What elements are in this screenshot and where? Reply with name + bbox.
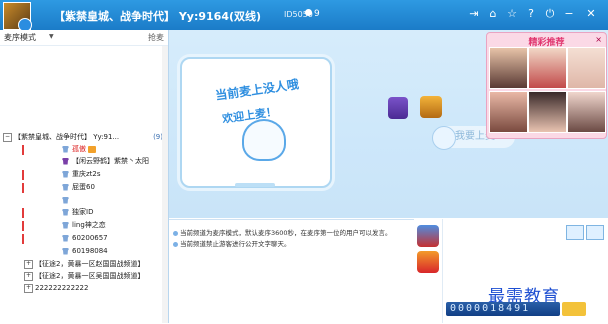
system-message: 当前频道禁止游客进行公开文字聊天。	[173, 238, 291, 248]
layout-icon[interactable]	[566, 225, 584, 240]
collapse-icon[interactable]: −	[3, 132, 12, 142]
channel-panel: 麦序模式 ▼ 抢麦 − 【紫禁皇城、战争时代】 Yy:91... (9) 孤傲 【…	[0, 30, 169, 323]
expand-panel-icon[interactable]	[586, 225, 604, 240]
user-icon	[62, 145, 69, 153]
mic-queue-marker	[22, 221, 24, 231]
counter-digits: 0000018491	[450, 303, 531, 314]
streamer-thumbnail[interactable]	[489, 91, 528, 133]
streamer-thumbnail[interactable]	[528, 91, 567, 133]
expand-icon[interactable]: +	[24, 259, 33, 269]
mic-queue-marker	[22, 145, 24, 155]
user-row[interactable]: 60198084	[62, 246, 108, 257]
user-row[interactable]: 屁蛋60	[62, 182, 95, 193]
game-app-icon[interactable]	[417, 225, 439, 247]
board-line1: 当前麦上没人哦	[214, 77, 300, 103]
close-icon[interactable]: ✕	[584, 6, 598, 22]
counter-logo-icon	[562, 302, 586, 316]
mic-queue-marker	[22, 170, 24, 180]
channel-title: 【紫禁皇城、战争时代】 Yy:9164(双线)	[54, 10, 262, 23]
help-icon[interactable]: ?	[524, 6, 538, 22]
info-icon	[173, 230, 178, 236]
star-icon[interactable]: ☆	[505, 6, 519, 22]
gift-icon[interactable]	[420, 96, 442, 118]
empty-mic-board: 当前麦上没人哦 欢迎上麦！	[180, 57, 332, 188]
streamer-thumbnail[interactable]	[528, 47, 567, 89]
user-icon	[62, 247, 69, 255]
info-icon	[173, 241, 178, 247]
mic-queue-marker	[22, 208, 24, 218]
streamer-thumbnail[interactable]	[489, 47, 528, 89]
user-row[interactable]	[62, 195, 72, 206]
streamer-thumbnail[interactable]	[567, 47, 606, 89]
user-row[interactable]: 独家ID	[62, 207, 93, 218]
user-icon	[62, 196, 69, 204]
hat-icon[interactable]: ⌂	[486, 6, 500, 22]
mic-queue-marker	[22, 183, 24, 193]
expand-icon[interactable]: +	[24, 271, 33, 281]
vip-icon	[88, 145, 96, 153]
user-icon	[62, 170, 69, 178]
channel-tree: − 【紫禁皇城、战争时代】 Yy:91... (9) 孤傲 【闲云野鹤】紫禁丶太阳…	[0, 46, 168, 323]
recommend-popup[interactable]: 精彩推荐 ×	[486, 32, 607, 139]
channel-root[interactable]: − 【紫禁皇城、战争时代】 Yy:91... (9)	[3, 132, 167, 143]
power-icon[interactable]: ⏻	[543, 6, 557, 22]
subchannel-row[interactable]: +222222222222	[24, 283, 88, 294]
user-row[interactable]: 【闲云野鹤】紫禁丶太阳	[62, 156, 149, 167]
user-icon	[62, 157, 69, 165]
chevron-down-icon[interactable]: ▼	[49, 33, 54, 40]
user-icon	[62, 221, 69, 229]
phone-icon[interactable]	[388, 97, 408, 119]
menu-icon[interactable]: ⇥	[467, 6, 481, 22]
subchannel-row[interactable]: + 【征途2，黄暴一区赵国国战频道】	[24, 259, 144, 270]
user-icon	[62, 208, 69, 216]
board-stand	[235, 183, 275, 187]
online-count: 9	[305, 9, 320, 19]
subchannel-row[interactable]: + 【征途2，黄暴一区吴国国战频道】	[24, 271, 144, 282]
mascot-icon	[242, 119, 286, 161]
minimize-icon[interactable]: −	[562, 6, 576, 22]
grab-mic-button[interactable]: 抢麦	[148, 32, 164, 43]
user-row[interactable]: 60200657	[62, 233, 108, 244]
mode-dropdown[interactable]: 麦序模式	[4, 32, 36, 43]
system-message: 当前频道为麦序模式，默认麦序3600秒，在麦序第一位的用户可以发言。	[173, 227, 392, 237]
user-row[interactable]: ling神之恋	[62, 220, 106, 231]
user-row[interactable]: 重庆zt2s	[62, 169, 101, 180]
user-icon	[305, 9, 312, 16]
user-icon	[62, 183, 69, 191]
visitor-counter: 0000018491	[446, 302, 560, 316]
user-icon	[62, 234, 69, 242]
shop-app-icon[interactable]	[417, 251, 439, 273]
streamer-thumbnail[interactable]	[567, 91, 606, 133]
expand-icon[interactable]: +	[24, 283, 33, 293]
title-bar: 【紫禁皇城、战争时代】 Yy:9164(双线) ID5050 9 ⇥ ⌂ ☆ ?…	[0, 0, 608, 32]
close-icon[interactable]: ×	[595, 35, 602, 44]
chat-area: 当前频道为麦序模式，默认麦序3600秒，在麦序第一位的用户可以发言。 当前频道禁…	[169, 219, 414, 324]
tree-scrollbar[interactable]	[162, 46, 168, 323]
mode-bar: 麦序模式 ▼ 抢麦	[0, 30, 168, 46]
microphone-icon[interactable]	[432, 126, 456, 150]
mic-queue-marker	[22, 234, 24, 244]
user-row[interactable]: 孤傲	[62, 144, 96, 155]
